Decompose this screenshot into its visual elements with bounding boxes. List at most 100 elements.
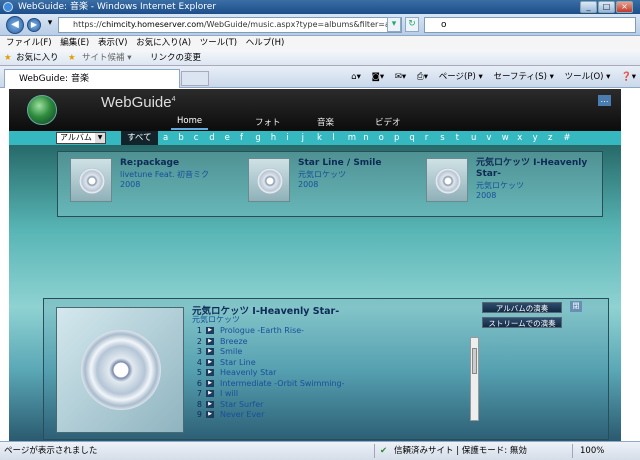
filter-letter-m[interactable]: m [348, 131, 356, 145]
track-row[interactable]: 6 ▶ Intermediate -Orbit Swimming- [192, 378, 492, 389]
print-icon[interactable]: ⎙▾ [417, 72, 428, 82]
filter-letter-f[interactable]: f [240, 131, 243, 145]
help-icon[interactable]: ❓▾ [621, 72, 636, 82]
search-input[interactable]: o [424, 17, 636, 33]
scrollbar-thumb[interactable] [472, 348, 477, 374]
play-icon[interactable]: ▶ [206, 327, 214, 334]
home-icon[interactable]: ⌂▾ [351, 72, 361, 82]
play-icon[interactable]: ▶ [206, 411, 214, 418]
filter-letter-s[interactable]: s [440, 131, 444, 145]
close-panel-button[interactable]: 閉 [570, 301, 582, 312]
filter-letter-hash[interactable]: # [563, 131, 570, 145]
album-card[interactable]: Star Line / Smile 元気ロケッツ 2008 [248, 158, 418, 210]
history-dropdown-icon[interactable]: ▾ [43, 17, 57, 32]
filter-letter-g[interactable]: g [255, 131, 260, 145]
more-button[interactable]: … [598, 95, 611, 106]
track-row[interactable]: 1 ▶ Prologue -Earth Rise- [192, 325, 492, 336]
filter-letter-h[interactable]: h [271, 131, 276, 145]
menu-view[interactable]: 表示(V) [98, 36, 127, 50]
security-zone[interactable]: 信頼済みサイト | 保護モード: 無効 [380, 442, 527, 460]
menu-edit[interactable]: 編集(E) [60, 36, 89, 50]
filter-letter-k[interactable]: k [317, 131, 322, 145]
track-row[interactable]: 5 ▶ Heavenly Star [192, 367, 492, 378]
play-icon[interactable]: ▶ [206, 348, 214, 355]
track-row[interactable]: 8 ▶ Star Surfer [192, 399, 492, 410]
zoom-level[interactable]: 100% [580, 442, 604, 460]
stream-play-button[interactable]: ストリームでの演奏 [482, 317, 562, 328]
add-favorite-icon[interactable]: ★ [68, 50, 76, 66]
filter-letter-i[interactable]: i [286, 131, 288, 145]
filter-letter-z[interactable]: z [548, 131, 552, 145]
play-icon[interactable]: ▶ [206, 358, 214, 366]
play-icon[interactable]: ▶ [206, 390, 214, 397]
track-list-scrollbar[interactable] [470, 337, 479, 421]
album-title[interactable]: Star Line / Smile [298, 158, 428, 169]
play-icon[interactable]: ▶ [206, 400, 214, 408]
page-menu[interactable]: ページ(P) ▾ [439, 72, 483, 82]
filter-letter-a[interactable]: a [163, 131, 168, 145]
album-title[interactable]: 元気ロケッツ Ⅰ-Heavenly Star- [476, 158, 598, 180]
menu-help[interactable]: ヘルプ(H) [246, 36, 285, 50]
nav-video[interactable]: ビデオ [375, 116, 401, 128]
minimize-button[interactable]: _ [580, 1, 597, 13]
nav-photo[interactable]: フォト [255, 116, 281, 128]
filter-letter-t[interactable]: t [456, 131, 459, 145]
filter-letter-b[interactable]: b [178, 131, 183, 145]
filter-letter-p[interactable]: p [394, 131, 399, 145]
play-album-button[interactable]: アルバムの演奏 [482, 302, 562, 313]
feeds-icon[interactable]: ◙▾ [372, 72, 385, 82]
track-title[interactable]: Never Ever [220, 409, 264, 420]
filter-letter-d[interactable]: d [209, 131, 214, 145]
track-row[interactable]: 2 ▶ Breeze [192, 336, 492, 347]
suggested-sites-button[interactable]: サイト候補 ▾ [82, 50, 131, 66]
track-title[interactable]: I will [220, 388, 238, 399]
filter-letter-q[interactable]: q [409, 131, 414, 145]
track-title[interactable]: Prologue -Earth Rise- [220, 325, 304, 336]
mail-icon[interactable]: ✉▾ [395, 72, 406, 82]
track-title[interactable]: Intermediate -Orbit Swimming- [220, 378, 345, 389]
favorites-button[interactable]: お気に入り [16, 50, 59, 66]
menu-file[interactable]: ファイル(F) [6, 36, 52, 50]
track-row[interactable]: 4 ▶ Star Line [192, 357, 492, 368]
tools-menu[interactable]: ツール(O) ▾ [565, 72, 611, 82]
filter-letter-c[interactable]: c [194, 131, 199, 145]
close-window-button[interactable]: × [616, 1, 633, 13]
menu-favorites[interactable]: お気に入り(A) [136, 36, 191, 50]
track-title[interactable]: Breeze [220, 336, 248, 347]
filter-letter-w[interactable]: w [502, 131, 509, 145]
play-icon[interactable]: ▶ [206, 369, 214, 376]
track-row[interactable]: 7 ▶ I will [192, 388, 492, 399]
back-button[interactable]: ◀ [6, 16, 24, 34]
maximize-button[interactable]: □ [598, 1, 615, 13]
filter-letter-v[interactable]: v [486, 131, 491, 145]
filter-letter-n[interactable]: n [363, 131, 368, 145]
filter-letter-j[interactable]: j [302, 131, 304, 145]
site-logo[interactable]: WebGuide4 [101, 94, 176, 111]
track-title[interactable]: Star Line [220, 357, 256, 368]
filter-letter-r[interactable]: r [425, 131, 429, 145]
album-card[interactable]: Re:package livetune Feat. 初音ミク 2008 [70, 158, 240, 210]
filter-letter-o[interactable]: o [379, 131, 384, 145]
tab-webguide-music[interactable]: WebGuide: 音楽 [4, 69, 180, 88]
track-title[interactable]: Heavenly Star [220, 367, 276, 378]
nav-music[interactable]: 音楽 [317, 116, 334, 128]
safety-menu[interactable]: セーフティ(S) ▾ [493, 72, 553, 82]
filter-letter-y[interactable]: y [533, 131, 538, 145]
play-icon[interactable]: ▶ [206, 379, 214, 387]
menu-tools[interactable]: ツール(T) [200, 36, 237, 50]
filter-letter-e[interactable]: e [225, 131, 230, 145]
track-row[interactable]: 3 ▶ Smile [192, 346, 492, 357]
album-title[interactable]: Re:package [120, 158, 250, 169]
filter-letter-l[interactable]: l [332, 131, 334, 145]
address-bar[interactable]: https://chimcity.homeserver.com/WebGuide… [58, 17, 402, 33]
track-title[interactable]: Star Surfer [220, 399, 263, 410]
new-tab-button[interactable] [181, 71, 209, 86]
filter-all[interactable]: すべて [121, 131, 158, 145]
category-select[interactable]: アルバム ▼ [56, 132, 106, 144]
links-button[interactable]: リンクの変更 [150, 50, 201, 66]
album-card[interactable]: 元気ロケッツ Ⅰ-Heavenly Star- 元気ロケッツ 2008 [426, 158, 596, 210]
filter-letter-x[interactable]: x [517, 131, 522, 145]
refresh-icon[interactable]: ↻ [405, 17, 419, 32]
track-title[interactable]: Smile [220, 346, 242, 357]
nav-home[interactable]: Home [170, 116, 209, 130]
